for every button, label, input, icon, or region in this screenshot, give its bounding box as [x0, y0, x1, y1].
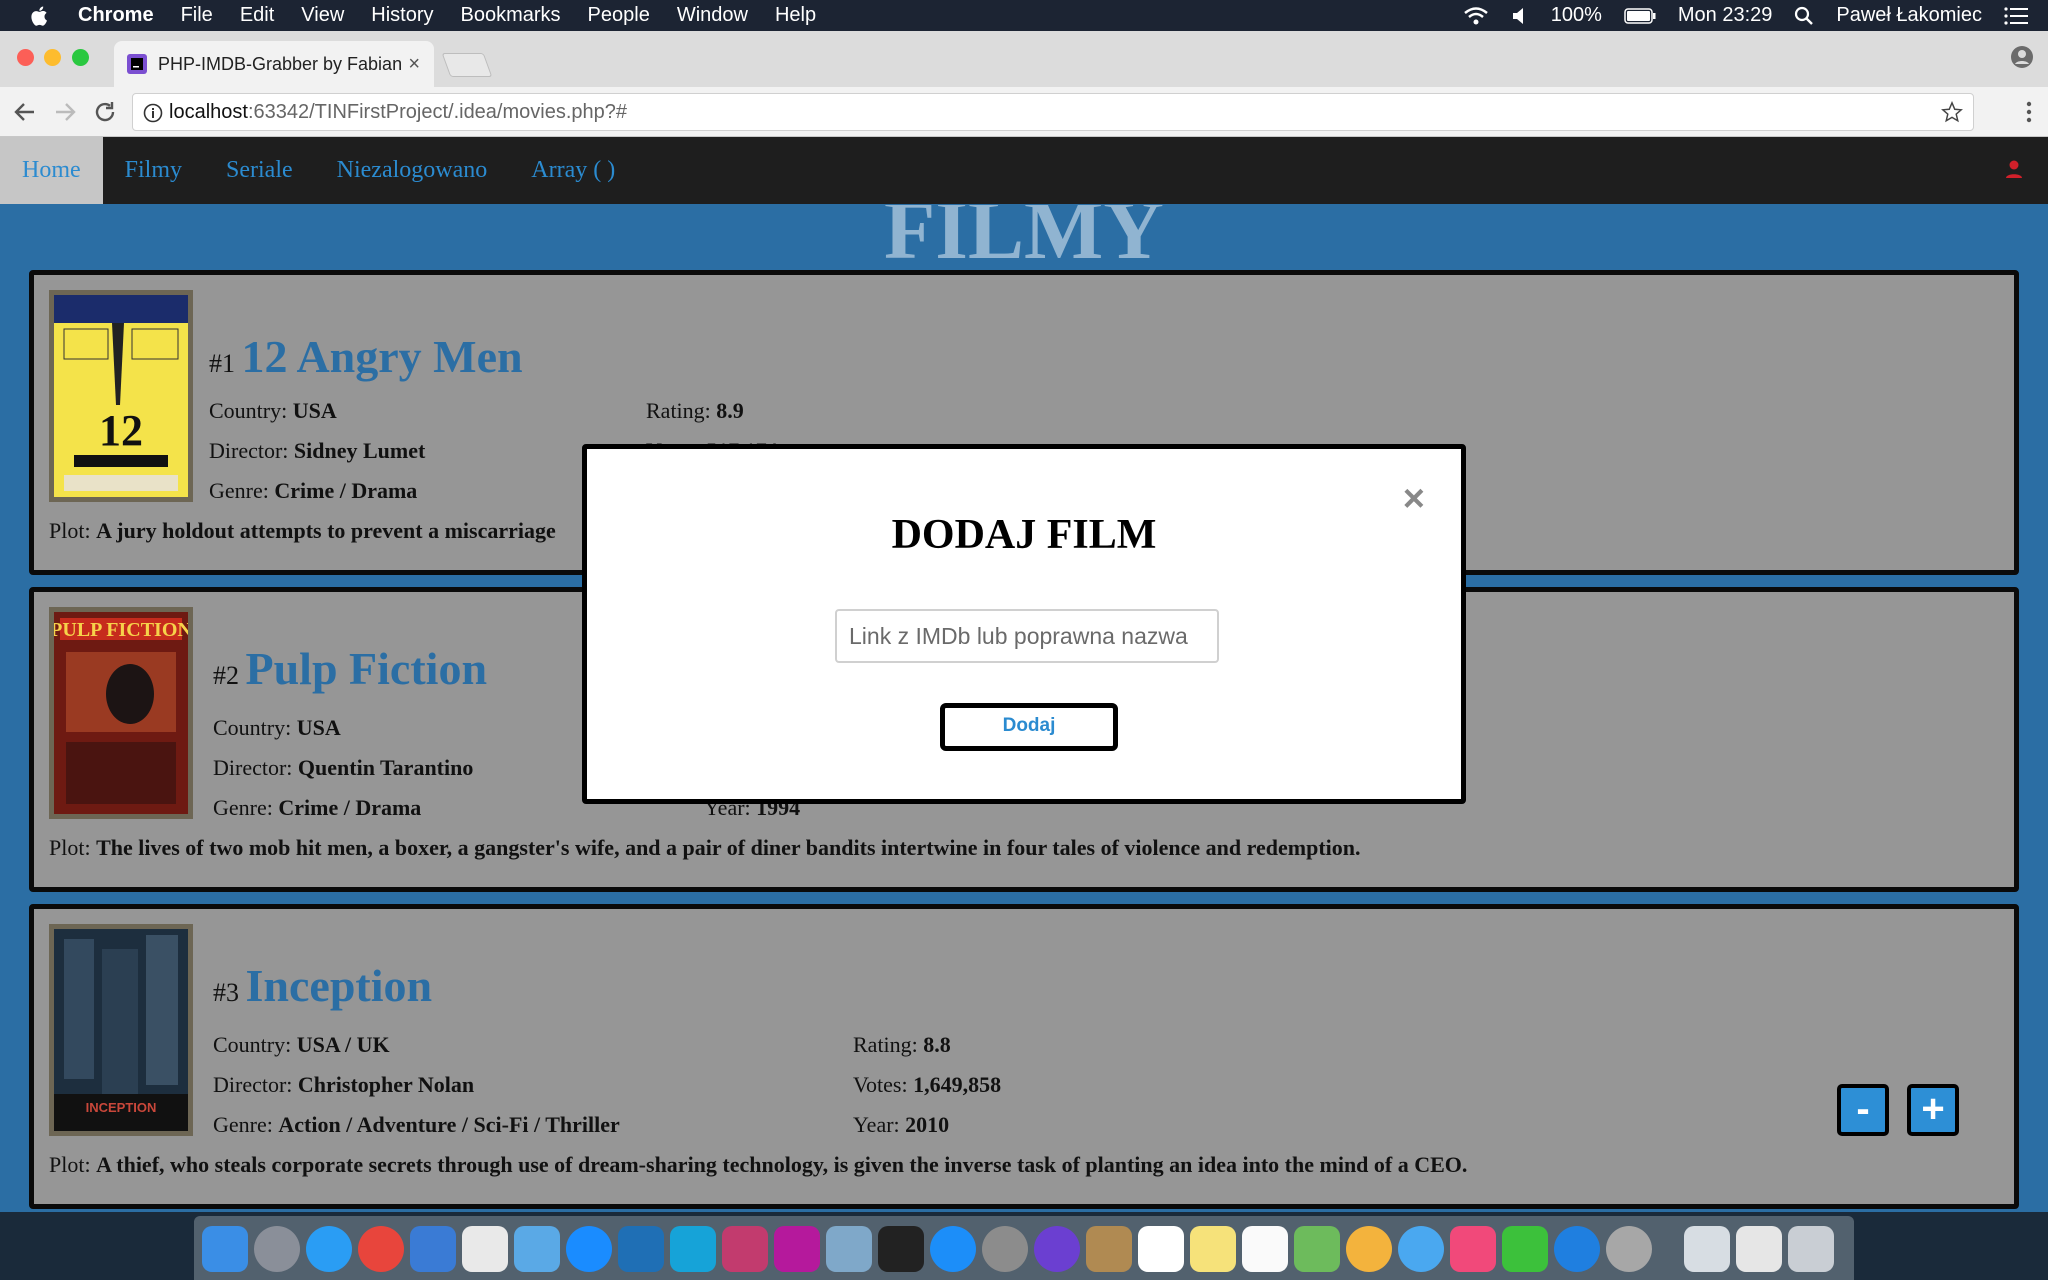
- terminal-icon[interactable]: [878, 1226, 924, 1272]
- nav-array[interactable]: Array ( ): [509, 137, 637, 204]
- window-minimize-button[interactable]: [44, 49, 61, 66]
- browser-tab-active[interactable]: PHP-IMDB-Grabber by Fabian ×: [114, 41, 434, 87]
- menubar-window[interactable]: Window: [677, 4, 748, 27]
- nav-login-status[interactable]: Niezalogowano: [315, 137, 510, 204]
- nav-seriale[interactable]: Seriale: [204, 137, 315, 204]
- menubar-app-name[interactable]: Chrome: [78, 4, 154, 27]
- browser-tab-strip: PHP-IMDB-Grabber by Fabian ×: [0, 31, 2048, 87]
- slack-icon[interactable]: [462, 1226, 508, 1272]
- siri-icon[interactable]: [1034, 1226, 1080, 1272]
- wifi-icon[interactable]: [1463, 6, 1489, 26]
- notes-icon[interactable]: [1190, 1226, 1236, 1272]
- preview-icon[interactable]: [826, 1226, 872, 1272]
- menubar-edit[interactable]: Edit: [240, 4, 274, 27]
- new-tab-button[interactable]: [441, 53, 493, 77]
- finder-icon[interactable]: [202, 1226, 248, 1272]
- browser-toolbar: localhost:63342/TINFirstProject/.idea/mo…: [0, 87, 2048, 137]
- battery-percent: 100%: [1550, 4, 1602, 26]
- launchpad-icon[interactable]: [254, 1226, 300, 1272]
- system-preferences-icon[interactable]: [982, 1226, 1028, 1272]
- bookmark-star-icon[interactable]: [1941, 101, 1963, 123]
- address-bar[interactable]: localhost:63342/TINFirstProject/.idea/mo…: [132, 93, 1974, 131]
- app-store-icon[interactable]: [930, 1226, 976, 1272]
- menubar-help[interactable]: Help: [775, 4, 816, 27]
- rider-icon[interactable]: [774, 1226, 820, 1272]
- window-close-button[interactable]: [17, 49, 34, 66]
- documents-folder-icon[interactable]: [1684, 1226, 1730, 1272]
- messages-icon[interactable]: [1398, 1226, 1444, 1272]
- menubar-user[interactable]: Paweł Łakomiec: [1836, 4, 1982, 27]
- page-viewport: FILMY 12 #1 12 Angry Men Country: USA Di…: [0, 137, 2048, 1212]
- photos-icon[interactable]: [1346, 1226, 1392, 1272]
- battery-icon[interactable]: [1624, 7, 1656, 24]
- downloads-folder-icon[interactable]: [1736, 1226, 1782, 1272]
- vscode-icon[interactable]: [618, 1226, 664, 1272]
- site-info-icon[interactable]: [143, 103, 163, 123]
- tab-close-icon[interactable]: ×: [408, 53, 420, 76]
- messenger-icon[interactable]: [566, 1226, 612, 1272]
- menubar-file[interactable]: File: [181, 4, 213, 27]
- safari-icon[interactable]: [306, 1226, 352, 1272]
- user-icon[interactable]: [2004, 159, 2024, 179]
- menubar-history[interactable]: History: [371, 4, 433, 27]
- intellij-icon[interactable]: [722, 1226, 768, 1272]
- profile-icon[interactable]: [2010, 45, 2034, 69]
- xcode-icon[interactable]: [410, 1226, 456, 1272]
- maps-icon[interactable]: [1294, 1226, 1340, 1272]
- menubar-view[interactable]: View: [301, 4, 344, 27]
- menubar-status-area: 100% Mon 23:29 Paweł Łakomiec: [1463, 0, 2028, 31]
- site-navbar: Home Filmy Seriale Niezalogowano Array (…: [0, 137, 2048, 204]
- reload-icon[interactable]: [92, 99, 118, 125]
- back-arrow-icon[interactable]: [12, 99, 38, 125]
- browser-menu-icon[interactable]: [2026, 101, 2032, 123]
- menubar-clock[interactable]: Mon 23:29: [1678, 4, 1773, 27]
- reminders-icon[interactable]: [1242, 1226, 1288, 1272]
- macos-dock: [0, 1212, 2048, 1280]
- contacts-icon[interactable]: [1086, 1226, 1132, 1272]
- add-movie-modal: × DODAJ FILM Dodaj: [582, 444, 1466, 804]
- movie-link-input[interactable]: [835, 609, 1219, 663]
- url-host: localhost: [169, 100, 248, 123]
- window-zoom-button[interactable]: [72, 49, 89, 66]
- menubar-people[interactable]: People: [588, 4, 650, 27]
- location-app-icon[interactable]: [1554, 1226, 1600, 1272]
- facetime-icon[interactable]: [1502, 1226, 1548, 1272]
- webstorm-icon[interactable]: [670, 1226, 716, 1272]
- volume-icon[interactable]: [1511, 6, 1529, 26]
- tshirt-app-icon[interactable]: [514, 1226, 560, 1272]
- itunes-icon[interactable]: [1450, 1226, 1496, 1272]
- trash-icon[interactable]: [1788, 1226, 1834, 1272]
- spotlight-search-icon[interactable]: [1794, 6, 1814, 26]
- notification-center-icon[interactable]: [2004, 6, 2028, 25]
- macos-menubar: Chrome File Edit View History Bookmarks …: [0, 0, 2048, 31]
- sequel-pro-icon[interactable]: [1606, 1226, 1652, 1272]
- modal-title: DODAJ FILM: [891, 512, 1157, 558]
- apple-icon[interactable]: [28, 4, 52, 28]
- chrome-icon[interactable]: [358, 1226, 404, 1272]
- calendar-icon[interactable]: [1138, 1226, 1184, 1272]
- nav-home[interactable]: Home: [0, 137, 103, 204]
- add-button[interactable]: Dodaj: [940, 703, 1118, 751]
- tab-title: PHP-IMDB-Grabber by Fabian: [158, 53, 403, 74]
- forward-arrow-icon[interactable]: [52, 99, 78, 125]
- url-path: :63342/TINFirstProject/.idea/movies.php?…: [247, 100, 628, 123]
- menubar-bookmarks[interactable]: Bookmarks: [461, 4, 561, 27]
- phpstorm-favicon-icon: [127, 54, 147, 74]
- nav-filmy[interactable]: Filmy: [103, 137, 204, 204]
- dock-shelf: [194, 1216, 1854, 1280]
